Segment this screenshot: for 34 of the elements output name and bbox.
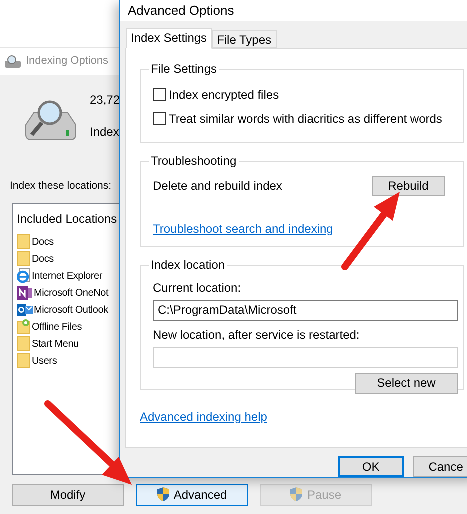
folder-sync-icon bbox=[17, 319, 31, 336]
new-location-field[interactable] bbox=[153, 346, 458, 368]
field-label: Current location: bbox=[153, 280, 242, 297]
checkbox-label: Treat similar words with diacritics as different words bbox=[169, 110, 442, 128]
mail-app-icon bbox=[17, 302, 33, 318]
folder-icon bbox=[17, 234, 31, 250]
folder-icon bbox=[17, 336, 31, 352]
list-header: Included Locations bbox=[17, 210, 118, 228]
browser-icon bbox=[17, 268, 31, 284]
folder-icon bbox=[17, 251, 31, 268]
dialog-button[interactable]: Modify bbox=[12, 484, 124, 506]
window-title: Indexing Options bbox=[26, 54, 109, 70]
dialog-title: Advanced Options bbox=[128, 2, 234, 20]
tab[interactable]: File Types bbox=[212, 30, 277, 48]
folder-icon bbox=[17, 353, 31, 370]
checkbox[interactable] bbox=[153, 88, 166, 102]
items-count: 23,72 bbox=[90, 92, 120, 109]
tab[interactable]: Index Settings bbox=[126, 28, 212, 49]
help-link[interactable]: Advanced indexing help bbox=[140, 408, 268, 426]
dialog-button[interactable]: Cance bbox=[413, 456, 467, 477]
notebook-icon bbox=[17, 285, 33, 302]
index-status: Index bbox=[90, 124, 120, 141]
location-item[interactable]: Users bbox=[17, 352, 171, 370]
rebuild-label: Delete and rebuild index bbox=[153, 178, 282, 195]
select-new-button[interactable]: Select new bbox=[355, 372, 458, 394]
field-label: New location, after service is restarted: bbox=[153, 326, 361, 344]
dialog-button[interactable]: Advanced bbox=[136, 484, 248, 506]
rebuild-button[interactable]: Rebuild bbox=[372, 176, 445, 196]
checkbox[interactable] bbox=[153, 112, 166, 126]
dialog-button[interactable]: OK bbox=[338, 456, 404, 477]
current-location-field[interactable]: C:\ProgramData\Microsoft bbox=[153, 300, 458, 321]
search-drive-icon bbox=[4, 54, 22, 68]
section-label: Index these locations: bbox=[10, 179, 112, 194]
checkbox-label: Index encrypted files bbox=[169, 86, 280, 104]
